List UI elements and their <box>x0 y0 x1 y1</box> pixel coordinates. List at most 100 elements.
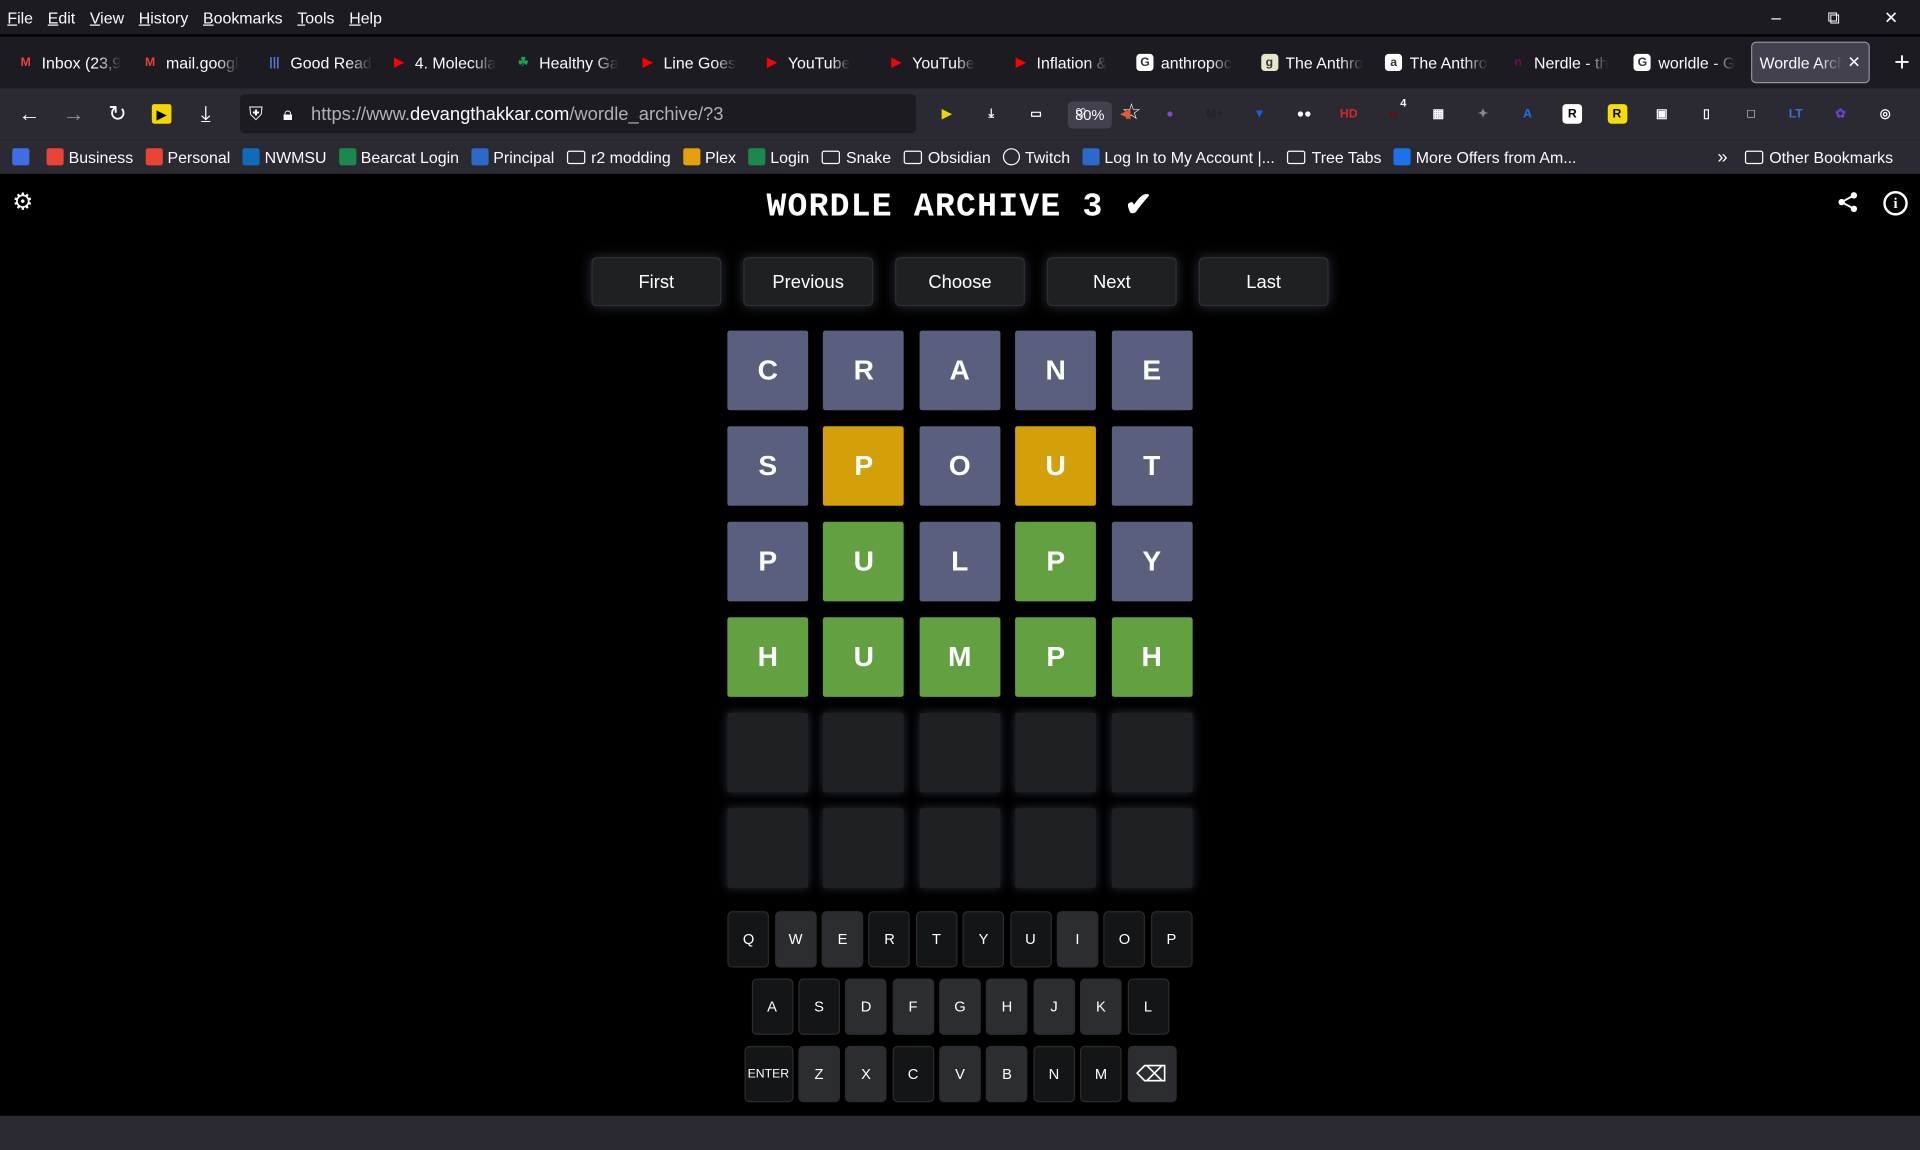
bitwarden-icon[interactable]: ▼ <box>1243 98 1275 130</box>
lock-icon[interactable]: 🔒︎ <box>272 103 304 124</box>
key-o[interactable]: O <box>1103 911 1146 968</box>
downloads-icon[interactable]: ⤓ <box>184 94 228 133</box>
lt-icon[interactable]: LT <box>1780 98 1812 130</box>
shield-icon[interactable]: ⛨ <box>240 103 272 124</box>
translate-icon[interactable]: A <box>1512 98 1544 130</box>
key-z[interactable]: Z <box>798 1045 840 1103</box>
tab[interactable]: g The Anthro <box>1253 42 1377 84</box>
key-f[interactable]: F <box>892 978 934 1035</box>
tab[interactable]: ▶ 4. Molecula <box>383 42 507 84</box>
menu-tools[interactable]: Tools <box>297 8 334 26</box>
shield-icon[interactable]: ◎ <box>1869 98 1901 130</box>
bookmark-personal[interactable]: Personal <box>145 148 230 166</box>
grid-icon[interactable]: ▦ <box>1422 98 1454 130</box>
tab[interactable]: ☘ Healthy Ga <box>507 42 631 84</box>
reader-icon[interactable]: ▭ <box>1020 98 1052 130</box>
key-w[interactable]: W <box>774 911 817 968</box>
key-h[interactable]: H <box>986 978 1028 1035</box>
enter-key[interactable]: ENTER <box>743 1045 793 1103</box>
reload-button[interactable]: ↻ <box>96 94 140 133</box>
tab[interactable]: a The Anthro <box>1378 42 1502 84</box>
url-text[interactable]: https://www.devangthakkar.com/wordle_arc… <box>311 103 723 124</box>
bookmark-login[interactable]: Login <box>748 148 809 166</box>
previous-button[interactable]: Previous <box>743 257 874 307</box>
bookmark-tree-tabs[interactable]: Tree Tabs <box>1287 148 1382 166</box>
share-icon[interactable] <box>1837 191 1859 213</box>
info-icon[interactable]: i <box>1883 191 1908 216</box>
key-n[interactable]: N <box>1033 1045 1075 1103</box>
key-m[interactable]: M <box>1080 1045 1122 1103</box>
chat-icon[interactable]: □ <box>1735 98 1767 130</box>
tab[interactable]: ||| Good Read <box>259 42 383 84</box>
key-p[interactable]: P <box>1150 911 1193 968</box>
page-icon[interactable]: ▯ <box>1690 98 1722 130</box>
r-icon[interactable]: R <box>1556 98 1588 130</box>
menu-help[interactable]: Help <box>349 8 382 26</box>
feather-icon[interactable]: ✿ <box>1825 98 1857 130</box>
tab[interactable]: ▶ YouTube <box>880 42 1004 84</box>
key-r[interactable]: R <box>868 911 911 968</box>
megaphone-icon[interactable]: ◀ <box>1109 98 1141 130</box>
tab[interactable]: Ganthropoc <box>1129 42 1253 84</box>
bookmark-bearcat-login[interactable]: Bearcat Login <box>338 148 459 166</box>
r-yellow-icon[interactable]: R <box>1601 98 1633 130</box>
pocket-icon[interactable]: ♡ <box>1065 98 1097 130</box>
key-d[interactable]: D <box>845 978 887 1035</box>
back-button[interactable]: ← <box>7 94 51 133</box>
key-i[interactable]: I <box>1056 911 1099 968</box>
choose-button[interactable]: Choose <box>895 257 1025 307</box>
address-bar[interactable]: ⛨ 🔒︎ https://www.devangthakkar.com/wordl… <box>240 94 1141 134</box>
video-speed-icon[interactable]: ▶ <box>140 94 184 133</box>
minimize-button[interactable]: – <box>1747 0 1805 34</box>
camera-icon[interactable]: ▣ <box>1646 98 1678 130</box>
restore-button[interactable]: ⧉ <box>1805 0 1863 34</box>
menu-edit[interactable]: Edit <box>48 8 75 26</box>
key-x[interactable]: X <box>845 1045 887 1103</box>
other-bookmarks-folder[interactable]: Other Bookmarks <box>1744 148 1893 166</box>
close-window-button[interactable]: ✕ <box>1862 0 1920 34</box>
bookmark-business[interactable]: Business <box>46 148 133 166</box>
hd-icon[interactable]: HD <box>1333 98 1365 130</box>
key-a[interactable]: A <box>751 978 793 1035</box>
menu-file[interactable]: File <box>7 8 33 26</box>
menu-bookmarks[interactable]: Bookmarks <box>203 8 283 26</box>
bookmark-plex[interactable]: Plex <box>682 148 736 166</box>
close-tab-icon[interactable]: ✕ <box>1847 53 1860 73</box>
video-speed-icon[interactable]: ▶ <box>931 98 963 130</box>
tab[interactable]: Wordle Arch ✕ <box>1750 41 1870 84</box>
key-k[interactable]: K <box>1080 978 1122 1035</box>
tab[interactable]: n Nerdle - th <box>1502 42 1626 84</box>
key-l[interactable]: L <box>1127 978 1169 1035</box>
menu-history[interactable]: History <box>139 8 189 26</box>
bookmark-log-in-to-my-account[interactable]: Log In to My Account |... <box>1082 148 1275 166</box>
new-tab-button[interactable]: + <box>1884 44 1920 81</box>
tab[interactable]: ▶ Inflation & <box>1005 42 1129 84</box>
tab[interactable]: ▶ Line Goes <box>632 42 756 84</box>
key-q[interactable]: Q <box>727 911 770 968</box>
key-c[interactable]: C <box>892 1045 934 1103</box>
bookmark-proton-icon[interactable] <box>12 148 34 166</box>
bookmark-twitch[interactable]: Twitch <box>1002 148 1070 166</box>
puzzle-icon[interactable]: ✦ <box>1467 98 1499 130</box>
tab[interactable]: Mmail.googl <box>134 42 258 84</box>
bookmark-nwmsu[interactable]: NWMSU <box>242 148 326 166</box>
key-j[interactable]: J <box>1033 978 1075 1035</box>
tab[interactable]: ▶ YouTube <box>756 42 880 84</box>
tab[interactable]: M Inbox (23,9 <box>10 42 134 84</box>
first-button[interactable]: First <box>591 257 722 307</box>
key-u[interactable]: U <box>1009 911 1052 968</box>
bookmark-r2-modding[interactable]: r2 modding <box>566 148 671 166</box>
mplus-icon[interactable]: M+ <box>1199 98 1231 130</box>
menu-view[interactable]: View <box>90 8 124 26</box>
bookmark-more-offers-from-am[interactable]: More Offers from Am... <box>1393 148 1576 166</box>
download-icon[interactable]: ⤓ <box>975 98 1007 130</box>
backspace-key[interactable]: ⌫ <box>1127 1045 1177 1103</box>
bookmark-obsidian[interactable]: Obsidian <box>903 148 991 166</box>
key-y[interactable]: Y <box>962 911 1005 968</box>
bookmark-snake[interactable]: Snake <box>821 148 891 166</box>
purple-app-icon[interactable]: ◆ <box>1914 98 1920 130</box>
tor-icon[interactable]: ● <box>1154 98 1186 130</box>
key-t[interactable]: T <box>915 911 958 968</box>
key-g[interactable]: G <box>939 978 981 1035</box>
chevron-overflow-icon[interactable]: » <box>1717 146 1727 167</box>
